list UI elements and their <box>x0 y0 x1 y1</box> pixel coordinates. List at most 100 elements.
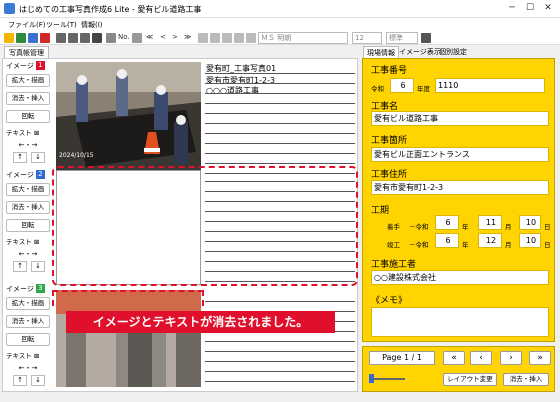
prev-page-button[interactable]: ‹ <box>470 351 492 365</box>
erase-insert-button[interactable]: 消去・挿入 <box>503 373 549 386</box>
year-field[interactable]: 6 <box>390 78 414 93</box>
rotate-button-1[interactable]: 回転 <box>6 110 50 123</box>
swap-row-1[interactable]: ←・→ <box>6 140 50 150</box>
construction-address-field[interactable]: 愛有市愛有町1-2-3 <box>371 180 549 195</box>
first-page-icon[interactable]: ≪ <box>146 33 153 41</box>
next-page-button[interactable]: › <box>500 351 522 365</box>
swap-row-3[interactable]: ←・→ <box>6 363 50 373</box>
font-size-select[interactable]: 12 <box>352 32 382 44</box>
move-down-icon-3[interactable]: ↓ <box>31 375 45 386</box>
move-down-icon-1[interactable]: ↓ <box>31 152 45 163</box>
erase-insert-button-1[interactable]: 消去・挿入 <box>6 92 50 105</box>
rotate-button-2[interactable]: 回転 <box>6 219 50 232</box>
close-button[interactable]: ✕ <box>540 2 556 15</box>
move-up-icon-3[interactable]: ↑ <box>13 375 27 386</box>
redo-icon[interactable] <box>246 33 256 43</box>
font-name-select[interactable]: ＭＳ 明朝 <box>258 32 348 44</box>
last-page-icon[interactable]: ≫ <box>184 33 191 41</box>
note-rule-line <box>205 73 355 74</box>
text-tool-icon[interactable] <box>132 33 142 43</box>
note-rule-line <box>205 133 355 134</box>
memo-field[interactable] <box>371 307 549 337</box>
prev-page-icon[interactable]: < <box>160 33 166 41</box>
open-icon[interactable] <box>16 33 26 43</box>
paste-icon[interactable] <box>210 33 220 43</box>
start-day-field[interactable]: 10 <box>519 215 541 230</box>
end-year-field[interactable]: 6 <box>435 233 459 248</box>
printer-icon[interactable] <box>92 33 102 43</box>
construction-no-label: 工事番号 <box>371 66 408 76</box>
color-icon[interactable] <box>421 33 431 43</box>
first-page-button[interactable]: « <box>443 351 465 365</box>
print-setup-icon[interactable] <box>80 33 90 43</box>
last-page-button[interactable]: » <box>529 351 551 365</box>
image-label-text-2: イメージ <box>6 171 34 179</box>
text-clear-icon-1[interactable]: ⊠ <box>32 129 39 137</box>
cut-icon[interactable] <box>222 33 232 43</box>
note-rule-line <box>205 113 355 114</box>
new-folder-icon[interactable] <box>4 33 14 43</box>
font-style-select[interactable]: 標準 <box>386 32 418 44</box>
wrench-icon[interactable] <box>106 33 116 43</box>
image-label-text-3: イメージ <box>6 285 34 293</box>
memo-label: 《メモ》 <box>371 296 408 306</box>
end-month-field[interactable]: 12 <box>478 233 502 248</box>
minimize-button[interactable]: ─ <box>504 2 520 15</box>
note-rule-line <box>205 301 355 302</box>
text-clear-icon-2[interactable]: ⊠ <box>32 238 39 246</box>
construction-name-field[interactable]: 愛有ビル道路工事 <box>371 111 549 126</box>
start-year-field[interactable]: 6 <box>435 215 459 230</box>
print-icon[interactable] <box>68 33 78 43</box>
erase-insert-button-2[interactable]: 消去・挿入 <box>6 201 50 214</box>
move-down-icon-2[interactable]: ↓ <box>31 261 45 272</box>
contractor-label: 工事施工者 <box>371 260 417 270</box>
undo-icon[interactable] <box>234 33 244 43</box>
image-number-badge-3: 3 <box>35 284 45 293</box>
text-clear-icon-3[interactable]: ⊠ <box>32 352 39 360</box>
tab-site-info[interactable]: 現場情報 <box>363 46 399 58</box>
print-preview-icon[interactable] <box>56 33 66 43</box>
next-page-icon[interactable]: > <box>172 33 178 41</box>
erase-insert-button-3[interactable]: 消去・挿入 <box>6 315 50 328</box>
menu-tools[interactable]: ツール(T) <box>46 20 77 30</box>
enlarge-draw-button-1[interactable]: 拡大・描画 <box>6 74 50 87</box>
text-label-2: テキスト ⊠ <box>6 236 39 248</box>
move-up-icon-1[interactable]: ↑ <box>13 152 27 163</box>
notes-1[interactable]: 愛有町_工事写真01 愛有市愛有町1-2-3 ○○○道路工事 <box>205 62 355 177</box>
construction-place-field[interactable]: 愛有ビル正面エントランス <box>371 147 549 162</box>
save-icon[interactable] <box>28 33 38 43</box>
contractor-field[interactable]: ○○建設株式会社 <box>371 270 549 285</box>
zoom-slider-handle[interactable] <box>369 374 374 383</box>
text-label-1: テキスト ⊠ <box>6 127 39 139</box>
note-rule-line <box>205 143 355 144</box>
enlarge-draw-button-3[interactable]: 拡大・描画 <box>6 297 50 310</box>
construction-number-field[interactable]: 1110 <box>435 78 545 93</box>
photo-1[interactable]: 2024/10/15 <box>56 62 201 177</box>
tab-individual-settings[interactable]: 個別設定 <box>436 46 470 58</box>
swap-row-2[interactable]: ←・→ <box>6 249 50 259</box>
year-suffix-label: 年度 <box>417 85 430 93</box>
rotate-button-3[interactable]: 回転 <box>6 333 50 346</box>
delete-icon[interactable] <box>40 33 50 43</box>
tab-photo-ledger[interactable]: 写真帳管理 <box>4 46 49 58</box>
note-rule-line <box>205 371 355 372</box>
layout-change-button[interactable]: レイアウト変更 <box>443 373 497 386</box>
image-label-3: イメージ 3 <box>6 283 45 295</box>
text-label-text-1: テキスト <box>6 129 32 137</box>
era-label: 令和 <box>371 85 384 93</box>
menu-file[interactable]: ファイル(F) <box>8 20 46 30</box>
start-month-field[interactable]: 11 <box>478 215 502 230</box>
zoom-slider-track[interactable] <box>369 378 405 380</box>
copy-icon[interactable] <box>198 33 208 43</box>
notes-3[interactable] <box>205 290 355 387</box>
end-month-unit: 月 <box>505 241 512 249</box>
title-bar: はじめての工事写真作成6 Lite - 愛有ビル道路工事 ─ ☐ ✕ <box>0 0 560 18</box>
end-day-field[interactable]: 10 <box>519 233 541 248</box>
maximize-button[interactable]: ☐ <box>522 2 538 15</box>
start-year-unit: 年 <box>462 223 469 231</box>
move-up-icon-2[interactable]: ↑ <box>13 261 27 272</box>
menu-info[interactable]: 情報(I) <box>81 20 103 30</box>
numbering-button[interactable]: No. <box>118 33 130 41</box>
photo-date-stamp: 2024/10/15 <box>59 152 94 159</box>
enlarge-draw-button-2[interactable]: 拡大・描画 <box>6 183 50 196</box>
